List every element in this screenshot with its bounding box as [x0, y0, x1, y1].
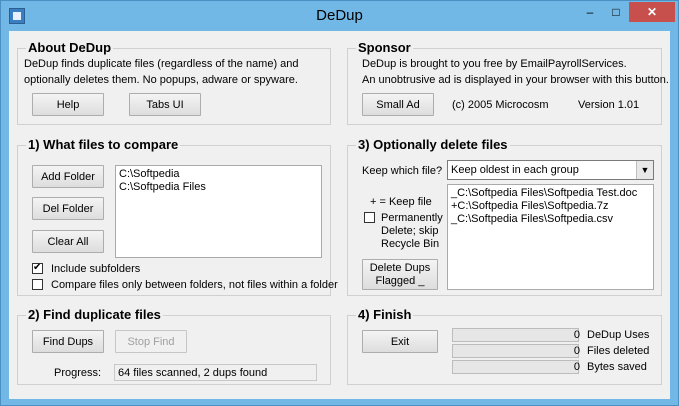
permanently-label-1: Permanently: [381, 212, 443, 224]
about-line-1: DeDup finds duplicate files (regardless …: [24, 58, 299, 70]
chevron-down-icon[interactable]: ▼: [636, 161, 653, 179]
delete-dups-label-2: Flagged _: [375, 274, 425, 287]
between-folders-label: Compare files only between folders, not …: [51, 279, 338, 291]
uses-label: DeDup Uses: [587, 329, 650, 341]
include-subfolders-label: Include subfolders: [51, 263, 141, 275]
keep-which-dropdown[interactable]: Keep oldest in each group ▼: [447, 160, 654, 180]
stop-find-button[interactable]: Stop Find: [115, 330, 187, 353]
between-folders-checkbox[interactable]: [32, 279, 43, 290]
find-group: 2) Find duplicate files Find Dups Stop F…: [17, 307, 331, 385]
finish-group: 4) Finish Exit 0 DeDup Uses 0 Files dele…: [347, 307, 662, 385]
tabs-ui-button[interactable]: Tabs UI: [129, 93, 201, 116]
files-deleted-label: Files deleted: [587, 345, 650, 357]
add-folder-button[interactable]: Add Folder: [32, 165, 104, 188]
copyright-text: (c) 2005 Microcosm: [452, 99, 549, 111]
bytes-saved-label: Bytes saved: [587, 361, 647, 373]
exit-button[interactable]: Exit: [362, 330, 438, 353]
clear-all-button[interactable]: Clear All: [32, 230, 104, 253]
bytes-saved-value: 0: [573, 361, 580, 373]
keep-which-label: Keep which file?: [362, 165, 443, 177]
keep-legend: + = Keep file: [370, 196, 432, 208]
file-item[interactable]: _C:\Softpedia Files\Softpedia.csv: [451, 213, 650, 226]
maximize-button[interactable]: □: [603, 2, 629, 22]
permanently-label-2: Delete; skip: [381, 225, 439, 237]
minimize-button[interactable]: –: [577, 2, 603, 22]
finish-title: 4) Finish: [356, 307, 414, 322]
sponsor-line-2: An unobtrusive ad is displayed in your b…: [362, 74, 669, 86]
folder-item[interactable]: C:\Softpedia Files: [119, 181, 318, 194]
sponsor-line-1: DeDup is brought to you free by EmailPay…: [362, 58, 627, 70]
version-text: Version 1.01: [578, 99, 640, 111]
folder-item[interactable]: C:\Softpedia: [119, 168, 318, 181]
file-item[interactable]: _C:\Softpedia Files\Softpedia Test.doc: [451, 187, 650, 200]
files-deleted-value: 0: [573, 345, 580, 357]
progress-label: Progress:: [54, 367, 102, 379]
folder-list[interactable]: C:\Softpedia C:\Softpedia Files: [115, 165, 322, 258]
permanently-label-3: Recycle Bin: [381, 238, 440, 250]
find-title: 2) Find duplicate files: [26, 307, 163, 322]
del-folder-button[interactable]: Del Folder: [32, 197, 104, 220]
title-bar[interactable]: DeDup – □ ✕: [1, 1, 678, 31]
delete-dups-button[interactable]: Delete Dups Flagged _: [362, 259, 438, 290]
about-line-2: optionally deletes them. No popups, adwa…: [24, 74, 298, 86]
client-area: About DeDup DeDup finds duplicate files …: [9, 31, 670, 399]
duplicate-file-list[interactable]: _C:\Softpedia Files\Softpedia Test.doc +…: [447, 184, 654, 290]
about-title: About DeDup: [26, 40, 114, 55]
permanently-delete-checkbox[interactable]: [364, 212, 375, 223]
sponsor-group: Sponsor DeDup is brought to you free by …: [347, 40, 669, 125]
uses-value: 0: [573, 329, 580, 341]
small-ad-button[interactable]: Small Ad: [362, 93, 434, 116]
delete-title: 3) Optionally delete files: [356, 137, 510, 152]
compare-group: 1) What files to compare Add Folder Del …: [17, 137, 338, 296]
dedup-window: DeDup – □ ✕ About DeDup DeDup finds dupl…: [0, 0, 679, 406]
sponsor-title: Sponsor: [356, 40, 413, 55]
delete-group: 3) Optionally delete files Keep which fi…: [347, 137, 662, 296]
progress-status: 64 files scanned, 2 dups found: [114, 364, 317, 381]
delete-dups-label-1: Delete Dups: [369, 261, 431, 274]
compare-title: 1) What files to compare: [26, 137, 181, 152]
help-button[interactable]: Help: [32, 93, 104, 116]
close-button[interactable]: ✕: [629, 2, 675, 22]
find-dups-button[interactable]: Find Dups: [32, 330, 104, 353]
about-group: About DeDup DeDup finds duplicate files …: [17, 40, 331, 125]
include-subfolders-checkbox[interactable]: [32, 262, 43, 274]
file-item[interactable]: +C:\Softpedia Files\Softpedia.7z: [451, 200, 650, 213]
keep-which-value: Keep oldest in each group: [451, 164, 579, 176]
